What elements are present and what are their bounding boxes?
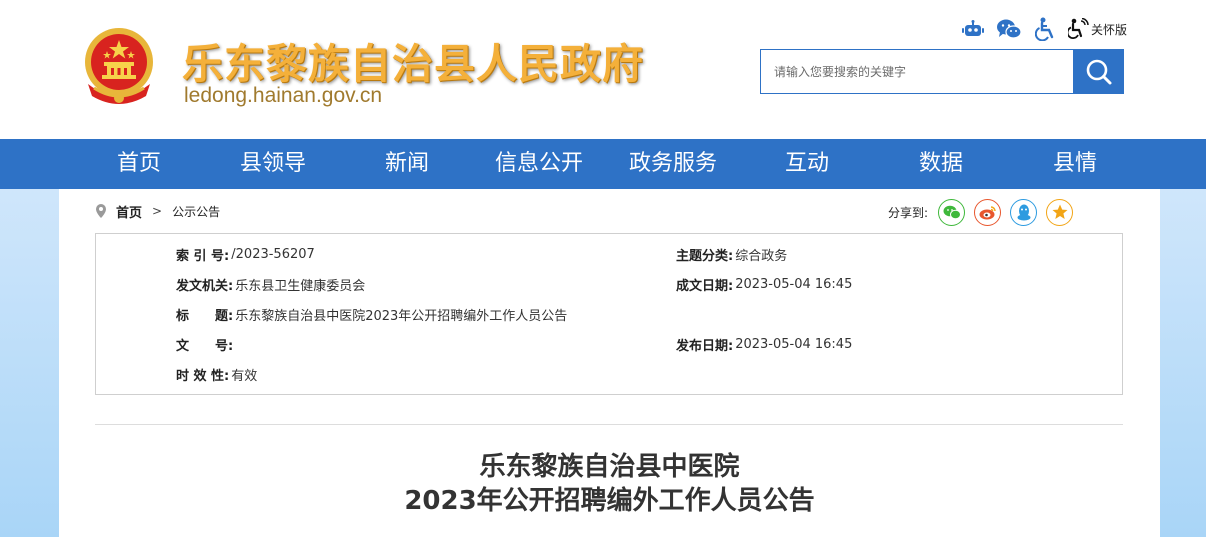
site-header: 乐东黎族自治县人民政府 ledong.hainan.gov.cn 关怀版 请输入… [0, 0, 1206, 139]
meta-docno-label: 文 号: [176, 338, 234, 354]
nav-item-data[interactable]: 数据 [874, 139, 1008, 189]
breadcrumb-home[interactable]: 首页 [116, 202, 142, 221]
qzone-star-icon [1052, 204, 1068, 219]
content-divider [95, 424, 1123, 425]
meta-category-label: 主题分类: [676, 248, 734, 264]
nav-item-home[interactable]: 首页 [72, 139, 206, 189]
nav-item-info-disclosure[interactable]: 信息公开 [472, 139, 606, 189]
meta-validity-value: 有效 [231, 368, 258, 384]
share-wechat-button[interactable] [938, 198, 966, 226]
article-title-line1: 乐东黎族自治县中医院 [479, 452, 740, 482]
header-tools: 关怀版 [960, 16, 1127, 42]
wechat-icon [943, 205, 961, 219]
share-bar: 分享到: [888, 198, 1082, 226]
breadcrumb-current[interactable]: 公示公告 [172, 203, 220, 220]
nav-item-interaction[interactable]: 互动 [740, 139, 874, 189]
robot-icon[interactable] [960, 16, 986, 42]
meta-index-row: 索 引 号: /2023-56207 [176, 244, 315, 264]
accessibility-icon[interactable] [1032, 16, 1058, 42]
meta-published-value: 2023-05-04 16:45 [735, 336, 853, 352]
meta-created-row: 成文日期: 2023-05-04 16:45 [676, 274, 852, 294]
meta-issuer-row: 发文机关: 乐东县卫生健康委员会 [176, 274, 365, 294]
main-nav: 首页 县领导 新闻 信息公开 政务服务 互动 数据 县情 [0, 139, 1206, 189]
site-domain: ledong.hainan.gov.cn [184, 84, 383, 107]
search-icon [1086, 59, 1111, 84]
article-title-line2: 2023年公开招聘编外工作人员公告 [404, 486, 815, 516]
site-title[interactable]: 乐东黎族自治县人民政府 [182, 30, 644, 90]
meta-issuer-value: 乐东县卫生健康委员会 [235, 278, 366, 294]
qq-icon [1017, 204, 1031, 220]
meta-title-label: 标 题: [176, 308, 234, 324]
nav-item-news[interactable]: 新闻 [340, 139, 474, 189]
share-qq-button[interactable] [1010, 198, 1038, 226]
meta-published-label: 发布日期: [676, 338, 734, 354]
search-button[interactable] [1073, 49, 1124, 94]
weibo-icon [979, 205, 996, 219]
meta-category-value: 综合政务 [735, 248, 788, 264]
share-qzone-button[interactable] [1046, 198, 1074, 226]
meta-index-label: 索 引 号: [176, 248, 230, 264]
search-input[interactable] [761, 50, 1073, 93]
breadcrumb: 首页 > 公示公告 [96, 200, 220, 222]
nav-item-county-info[interactable]: 县情 [1008, 139, 1142, 189]
search-box [760, 49, 1124, 94]
meta-validity-label: 时 效 性: [176, 368, 230, 384]
nav-item-leaders[interactable]: 县领导 [206, 139, 340, 189]
meta-index-value: /2023-56207 [231, 246, 315, 262]
nav-item-gov-services[interactable]: 政务服务 [606, 139, 740, 189]
meta-validity-row: 时 效 性: 有效 [176, 364, 257, 384]
share-label: 分享到: [888, 205, 929, 220]
meta-title-value: 乐东黎族自治县中医院2023年公开招聘编外工作人员公告 [235, 308, 568, 324]
meta-published-row: 发布日期: 2023-05-04 16:45 [676, 334, 852, 354]
meta-docno-row: 文 号: [176, 334, 235, 354]
meta-created-label: 成文日期: [676, 278, 734, 294]
meta-issuer-label: 发文机关: [176, 278, 234, 294]
care-mode-icon [1068, 18, 1089, 39]
wechat-icon[interactable] [996, 16, 1022, 42]
breadcrumb-separator: > [152, 204, 163, 218]
national-emblem-logo[interactable] [80, 26, 158, 108]
location-pin-icon [96, 204, 106, 218]
meta-title-row: 标 题: 乐东黎族自治县中医院2023年公开招聘编外工作人员公告 [176, 304, 567, 324]
care-mode-label: 关怀版 [1091, 22, 1128, 37]
meta-created-value: 2023-05-04 16:45 [735, 276, 853, 292]
care-mode-toggle[interactable]: 关怀版 [1068, 18, 1127, 40]
meta-category-row: 主题分类: 综合政务 [676, 244, 787, 264]
share-weibo-button[interactable] [974, 198, 1002, 226]
